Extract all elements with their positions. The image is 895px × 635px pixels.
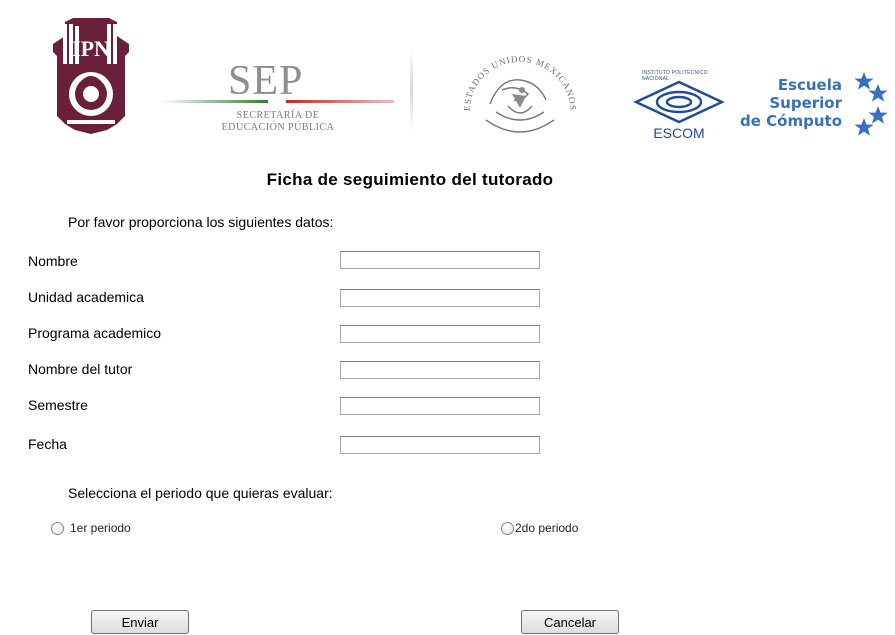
radio-1er-periodo[interactable] [51, 522, 64, 535]
stars-decoration [852, 72, 894, 140]
nombre-label: Nombre [28, 253, 78, 269]
radio-1er-periodo-label[interactable]: 1er periodo [70, 521, 131, 535]
school-name: Escuela Superior de Cómputo [732, 76, 842, 130]
ipn-logo: IPN [47, 16, 135, 138]
enviar-button[interactable]: Enviar [91, 610, 189, 634]
star-icon [868, 106, 888, 124]
nombre-input[interactable] [340, 251, 540, 269]
sep-red-stripe [286, 100, 394, 103]
star-icon [868, 84, 888, 102]
nombre-tutor-label: Nombre del tutor [28, 361, 133, 377]
school-name-line: Escuela [777, 76, 842, 94]
mexico-coat-of-arms: ESTADOS UNIDOS MEXICANOS [456, 50, 584, 142]
page-title: Ficha de seguimiento del tutorado [266, 170, 554, 189]
unidad-academica-label: Unidad academica [28, 289, 144, 305]
sep-logo: SEP SECRETARÍA DE EDUCACIÓN PÚBLICA [158, 52, 398, 142]
sep-logo-line2: EDUCACIÓN PÚBLICA [221, 122, 335, 133]
school-name-line: Superior [769, 94, 842, 112]
semestre-label: Semestre [28, 397, 88, 413]
radio-2do-periodo[interactable] [501, 522, 514, 535]
sep-white-stripe [268, 100, 286, 103]
programa-academico-label: Programa academico [28, 325, 162, 341]
fecha-label: Fecha [28, 436, 67, 452]
cancelar-button[interactable]: Cancelar [521, 610, 619, 634]
unidad-academica-input[interactable] [340, 289, 540, 307]
semestre-input[interactable] [340, 397, 540, 415]
fecha-input[interactable] [340, 436, 540, 454]
radio-2do-periodo-label[interactable]: 2do periodo [515, 521, 578, 535]
nombre-tutor-input[interactable] [340, 361, 540, 379]
sep-logo-title: SEP [228, 58, 304, 104]
sep-logo-line1: SECRETARÍA DE [236, 110, 320, 121]
programa-academico-input[interactable] [340, 325, 540, 343]
header-divider [410, 48, 413, 132]
school-name-line: de Cómputo [740, 112, 842, 130]
period-prompt: Selecciona el periodo que quieras evalua… [68, 485, 333, 501]
intro-text: Por favor proporciona los siguientes dat… [68, 214, 334, 230]
star-icon [854, 72, 874, 90]
star-icon [854, 118, 874, 136]
escom-logo-word: ESCOM [653, 125, 705, 141]
escom-logo: INSTITUTO POLITÉCNICO NACIONAL ESCOM [630, 68, 728, 144]
sep-green-stripe [160, 100, 268, 103]
ipn-logo-text: IPN [72, 36, 110, 61]
